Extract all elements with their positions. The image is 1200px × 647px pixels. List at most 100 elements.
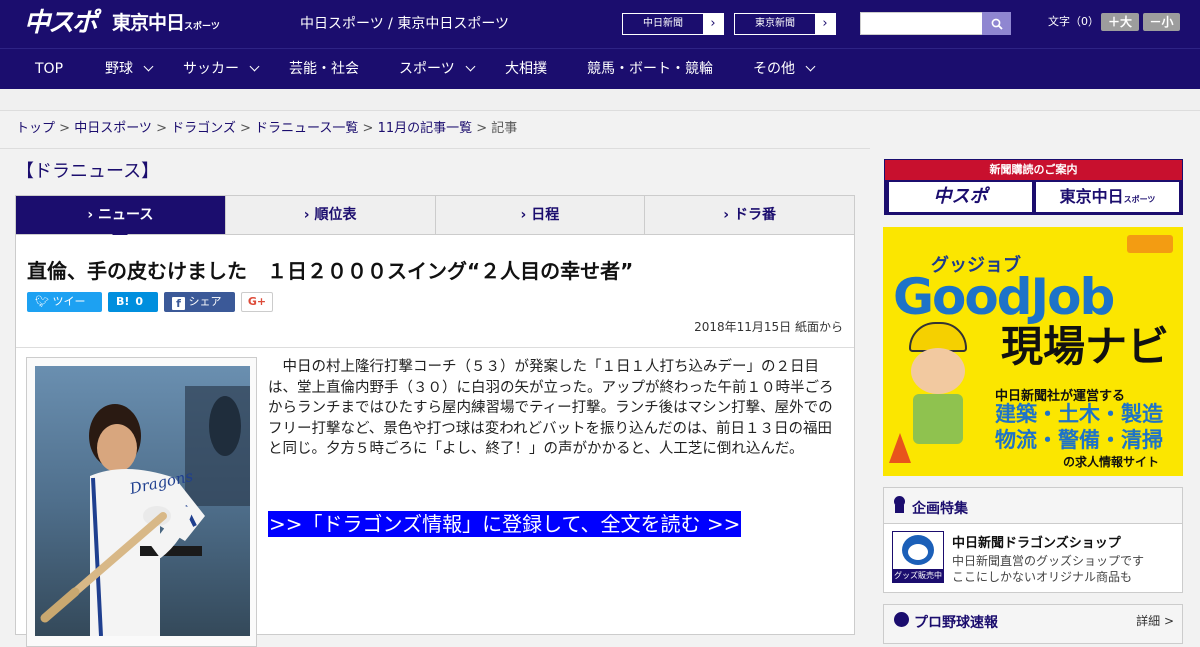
twitter-icon: 🐦︎	[35, 295, 49, 308]
subscribe-tokyo-chunichi[interactable]: 東京中日スポーツ	[1036, 182, 1179, 212]
tweet-button[interactable]: 🐦︎ ツイート	[27, 292, 102, 328]
tab-label: ドラ番	[733, 207, 776, 223]
article: 直倫、手の皮むけました １日２０００スイング“２人目の幸せ者” 🐦︎ ツイート …	[15, 235, 855, 647]
site-header: 中スポ 東京中日スポーツ 中日スポーツ / 東京中日スポーツ 中日新聞 › 東京…	[0, 0, 1200, 48]
divider	[0, 148, 870, 149]
nav-label: サッカー	[183, 61, 239, 77]
article-headline: 直倫、手の皮むけました １日２０００スイング“２人目の幸せ者”	[27, 259, 634, 283]
section-title: 【ドラニュース】	[16, 161, 160, 182]
goodjob-line2: 建築・土木・製造	[995, 402, 1163, 426]
font-bigger-button[interactable]: ＋大	[1101, 13, 1139, 31]
chunichi-shimbun-link[interactable]: 中日新聞 ›	[622, 13, 724, 35]
section-tabs: › ニュース › 順位表 › 日程 › ドラ番	[15, 195, 855, 242]
chevron-right-icon: ›	[815, 14, 835, 34]
dragons-shop-item[interactable]: グッズ販売中 中日新聞ドラゴンズショップ 中日新聞直営のグッズショップです ここ…	[892, 531, 1176, 587]
hatena-count: 0	[135, 295, 144, 308]
nav-label: 大相撲	[505, 61, 547, 77]
chunichi-shimbun-label: 中日新聞	[643, 18, 683, 29]
subscribe-banner-title: 新聞購読のご案内	[885, 160, 1182, 180]
breadcrumb-chunichi-sports[interactable]: 中日スポーツ	[74, 121, 152, 136]
tab-news[interactable]: › ニュース	[16, 196, 226, 242]
shop-mascot-icon: グッズ販売中	[892, 531, 944, 583]
feature-panel-header: 企画特集	[884, 488, 1182, 524]
facebook-count: 0	[178, 315, 185, 328]
hatena-button[interactable]: B! 0	[108, 292, 158, 312]
article-date: 2018年11月15日 紙面から	[694, 320, 843, 334]
chevron-down-icon	[249, 61, 260, 72]
goodjob-brand: GoodJob	[893, 268, 1115, 326]
tab-reporter[interactable]: › ドラ番	[645, 196, 854, 234]
nav-item-entertainment[interactable]: 芸能・社会	[289, 49, 359, 90]
nav-label: TOP	[35, 61, 64, 77]
baseball-score-panel: プロ野球速報 詳細 >	[883, 604, 1183, 644]
breadcrumb-sep: >	[472, 121, 492, 136]
tab-label: ニュース	[98, 207, 154, 223]
nav-item-other[interactable]: その他	[753, 49, 816, 90]
nav-item-racing[interactable]: 競馬・ボート・競輪	[587, 49, 713, 90]
breadcrumb-dragons[interactable]: ドラゴンズ	[171, 121, 236, 136]
gplus-button[interactable]: G+	[241, 292, 273, 312]
breadcrumb-month-list[interactable]: 11月の記事一覧	[378, 121, 473, 136]
shop-desc-1: 中日新聞直営のグッズショップです	[952, 554, 1145, 568]
nav-item-top[interactable]: TOP	[35, 49, 63, 90]
subscribe-banner[interactable]: 新聞購読のご案内 中スポ 東京中日スポーツ	[884, 159, 1183, 215]
sub-strip	[0, 89, 1200, 111]
chevron-right-icon: ›	[703, 14, 723, 34]
main-nav: TOP 野球 サッカー 芸能・社会 スポーツ 大相撲 競馬・ボート・競輪 その他	[0, 48, 1200, 89]
tokyo-chunichi-logo-text: 東京中日	[112, 12, 185, 34]
register-read-more-link[interactable]: >>「ドラゴンズ情報」に登録して、全文を読む >>	[268, 511, 742, 537]
tokyo-shimbun-link[interactable]: 東京新聞 ›	[734, 13, 836, 35]
tab-standings[interactable]: › 順位表	[225, 196, 436, 234]
facebook-share-button[interactable]: f シェア0	[164, 292, 235, 328]
tokyo-shimbun-label: 東京新聞	[755, 18, 795, 29]
article-body: 中日の村上隆行打撃コーチ（５３）が発案した「１日１人打ち込みデー」の２日目は、堂…	[268, 359, 834, 457]
cone-icon	[889, 433, 911, 463]
search-icon	[991, 18, 1003, 30]
font-smaller-button[interactable]: －小	[1143, 13, 1180, 31]
chuspo-logo[interactable]: 中スポ	[24, 6, 98, 40]
shop-badge: グッズ販売中	[893, 569, 943, 582]
chevron-down-icon	[805, 61, 816, 72]
font-size-label: 文字（0）	[1048, 15, 1099, 28]
breadcrumb-sep: >	[235, 121, 256, 136]
nav-label: 競馬・ボート・競輪	[587, 61, 713, 77]
breadcrumb-top[interactable]: トップ	[16, 121, 55, 136]
tokyo-chunichi-logo[interactable]: 東京中日スポーツ	[112, 10, 220, 40]
subscribe-tokyo-sub: スポーツ	[1123, 195, 1156, 204]
truck-icon	[1127, 235, 1173, 253]
batter-photo-illustration: Dragons	[35, 366, 250, 636]
goodjob-ad[interactable]: グッジョブ GoodJob 現場ナビ 中日新聞社が運営する 建築・土木・製造 物…	[883, 227, 1183, 476]
goodjob-navi: 現場ナビ	[1001, 322, 1170, 371]
goodjob-line3: 物流・警備・清掃	[995, 428, 1163, 452]
subscribe-chuspo[interactable]: 中スポ	[889, 182, 1032, 212]
tab-schedule[interactable]: › 日程	[435, 196, 646, 234]
hatena-icon: B!	[116, 295, 130, 308]
tab-label: 順位表	[314, 207, 357, 223]
nav-item-sumo[interactable]: 大相撲	[505, 49, 547, 90]
nav-label: 芸能・社会	[289, 61, 359, 77]
divider	[16, 347, 854, 348]
nav-item-baseball[interactable]: 野球	[105, 49, 154, 90]
tokyo-chunichi-logo-sub: スポーツ	[184, 22, 220, 32]
breadcrumb-sep: >	[55, 121, 75, 136]
nav-item-sports[interactable]: スポーツ	[399, 49, 476, 90]
baseball-panel-title: プロ野球速報	[914, 615, 998, 631]
nav-label: その他	[753, 61, 795, 77]
nav-item-soccer[interactable]: サッカー	[183, 49, 260, 90]
breadcrumb: トップ > 中日スポーツ > ドラゴンズ > ドラニュース一覧 > 11月の記事…	[16, 120, 517, 138]
goodjob-line4: の求人情報サイト	[1063, 455, 1160, 469]
feature-panel: 企画特集 グッズ販売中 中日新聞ドラゴンズショップ 中日新聞直営のグッズショップ…	[883, 487, 1183, 593]
breadcrumb-sep: >	[358, 121, 378, 136]
article-photo-frame: Dragons	[26, 357, 257, 647]
article-photo[interactable]: Dragons	[35, 366, 250, 636]
nav-label: スポーツ	[399, 61, 455, 77]
baseball-detail-link[interactable]: 詳細 >	[1136, 612, 1174, 629]
breadcrumb-sep: >	[151, 121, 172, 136]
chevron-down-icon	[143, 61, 154, 72]
search-button[interactable]	[982, 12, 1011, 35]
subscribe-tokyo-label: 東京中日	[1059, 187, 1124, 206]
breadcrumb-news-list[interactable]: ドラニュース一覧	[255, 121, 358, 136]
tab-label: 日程	[531, 207, 560, 223]
nav-label: 野球	[105, 61, 133, 77]
breadcrumb-current: 記事	[491, 121, 518, 136]
